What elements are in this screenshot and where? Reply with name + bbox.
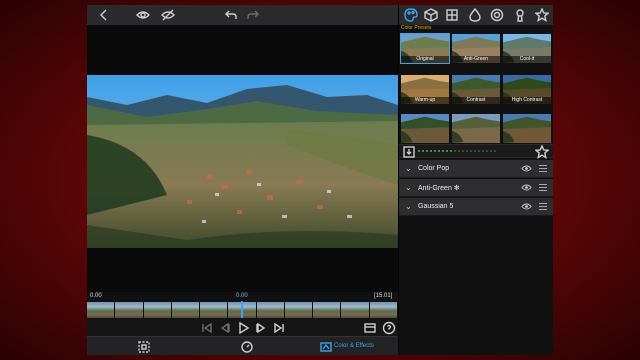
- palette-icon[interactable]: [403, 7, 419, 23]
- filmstrip-frame: [87, 302, 116, 318]
- filmstrip-frame: [341, 302, 370, 318]
- preset-thumb[interactable]: Warm-up: [400, 74, 450, 105]
- color-effects-icon[interactable]: [318, 339, 334, 355]
- eye-icon[interactable]: [135, 7, 151, 23]
- panel-tabs: [399, 5, 553, 25]
- preset-preview: [503, 114, 551, 143]
- speed-icon[interactable]: [239, 339, 255, 355]
- chevron-left-icon[interactable]: [96, 7, 112, 23]
- preset-thumb[interactable]: Contrast: [451, 74, 501, 105]
- skip-to-start-icon[interactable]: [199, 320, 215, 336]
- layer-row-color-pop[interactable]: ⌄ Color Pop: [399, 160, 553, 178]
- preset-strength-slider[interactable]: [418, 150, 496, 152]
- drop-icon[interactable]: [467, 7, 483, 23]
- app-window: 0.00 0.00 [15.01] Color & Effects Color …: [87, 5, 553, 355]
- visibility-eye-icon[interactable]: [521, 183, 532, 192]
- step-back-icon[interactable]: [217, 320, 233, 336]
- chevron-down-icon[interactable]: ⌄: [405, 202, 412, 211]
- preset-label: Original: [401, 56, 449, 63]
- preset-thumb[interactable]: [451, 113, 501, 144]
- filmstrip-frame: [369, 302, 398, 318]
- chevron-down-icon[interactable]: ⌄: [405, 183, 412, 192]
- visibility-eye-icon[interactable]: [521, 202, 532, 211]
- skip-to-end-icon[interactable]: [271, 320, 287, 336]
- keyhole-icon[interactable]: [512, 7, 528, 23]
- visibility-eye-icon[interactable]: [521, 164, 532, 173]
- filmstrip-frame: [313, 302, 342, 318]
- video-frame: [87, 75, 398, 248]
- favorite-star-icon[interactable]: [534, 144, 550, 160]
- current-time: 0.00: [236, 293, 248, 299]
- preset-thumb[interactable]: Cool-it: [502, 33, 552, 64]
- preset-thumb[interactable]: [502, 113, 552, 144]
- color-presets-label: Color Presets: [401, 25, 432, 31]
- top-toolbar: [87, 5, 398, 25]
- drag-handle-icon[interactable]: [539, 203, 547, 210]
- layer-row-anti-green[interactable]: ⌄ Anti-Green ✻: [399, 179, 553, 197]
- filmstrip-frame: [115, 302, 144, 318]
- video-viewer[interactable]: [87, 25, 398, 292]
- frame-select-icon[interactable]: [136, 339, 152, 355]
- transport-controls: [87, 318, 398, 336]
- preset-label: Cool-it: [503, 56, 551, 63]
- playhead[interactable]: [241, 301, 243, 319]
- preset-label: High Contrast: [503, 97, 551, 104]
- effects-panel: Color Presets Original Anti-Green Cool-it W…: [398, 5, 553, 355]
- cube-icon[interactable]: [423, 7, 439, 23]
- preset-label: Warm-up: [401, 97, 449, 104]
- layer-name: Gaussian 5: [418, 203, 454, 210]
- filmstrip-frame: [256, 302, 285, 318]
- play-icon[interactable]: [235, 320, 251, 336]
- filmstrip-frame: [143, 302, 172, 318]
- color-effects-label[interactable]: Color & Effects: [334, 343, 374, 349]
- preset-label: Contrast: [452, 97, 500, 104]
- film-settings-icon[interactable]: [362, 320, 378, 336]
- grid-icon[interactable]: [444, 7, 460, 23]
- drag-handle-icon[interactable]: [539, 184, 547, 191]
- preset-thumb[interactable]: High Contrast: [502, 74, 552, 105]
- help-icon[interactable]: [381, 320, 397, 336]
- preset-thumb[interactable]: [400, 113, 450, 144]
- preset-thumb[interactable]: Original: [400, 33, 450, 64]
- layer-row-gaussian[interactable]: ⌄ Gaussian 5: [399, 198, 553, 216]
- filmstrip-frame: [284, 302, 314, 318]
- drag-handle-icon[interactable]: [539, 165, 547, 172]
- layer-name: Color Pop: [418, 165, 450, 172]
- step-forward-icon[interactable]: [253, 320, 269, 336]
- start-time: 0.00: [90, 293, 102, 299]
- preset-preview: [401, 114, 449, 143]
- star-icon[interactable]: [534, 7, 550, 23]
- preset-preview: [452, 114, 500, 143]
- download-icon[interactable]: [401, 144, 417, 160]
- filmstrip-frame: [171, 302, 201, 318]
- spiral-icon[interactable]: [489, 7, 505, 23]
- eye-slash-icon[interactable]: [160, 7, 176, 23]
- preset-label: Anti-Green: [452, 56, 500, 63]
- preset-strength-row: [399, 144, 553, 160]
- chevron-down-icon[interactable]: ⌄: [405, 164, 412, 173]
- preset-thumb[interactable]: Anti-Green: [451, 33, 501, 64]
- undo-icon[interactable]: [223, 7, 239, 23]
- filmstrip-frame: [200, 302, 229, 318]
- layer-name: Anti-Green ✻: [418, 185, 460, 192]
- end-time: [15.01]: [374, 293, 393, 299]
- redo-icon[interactable]: [245, 7, 261, 23]
